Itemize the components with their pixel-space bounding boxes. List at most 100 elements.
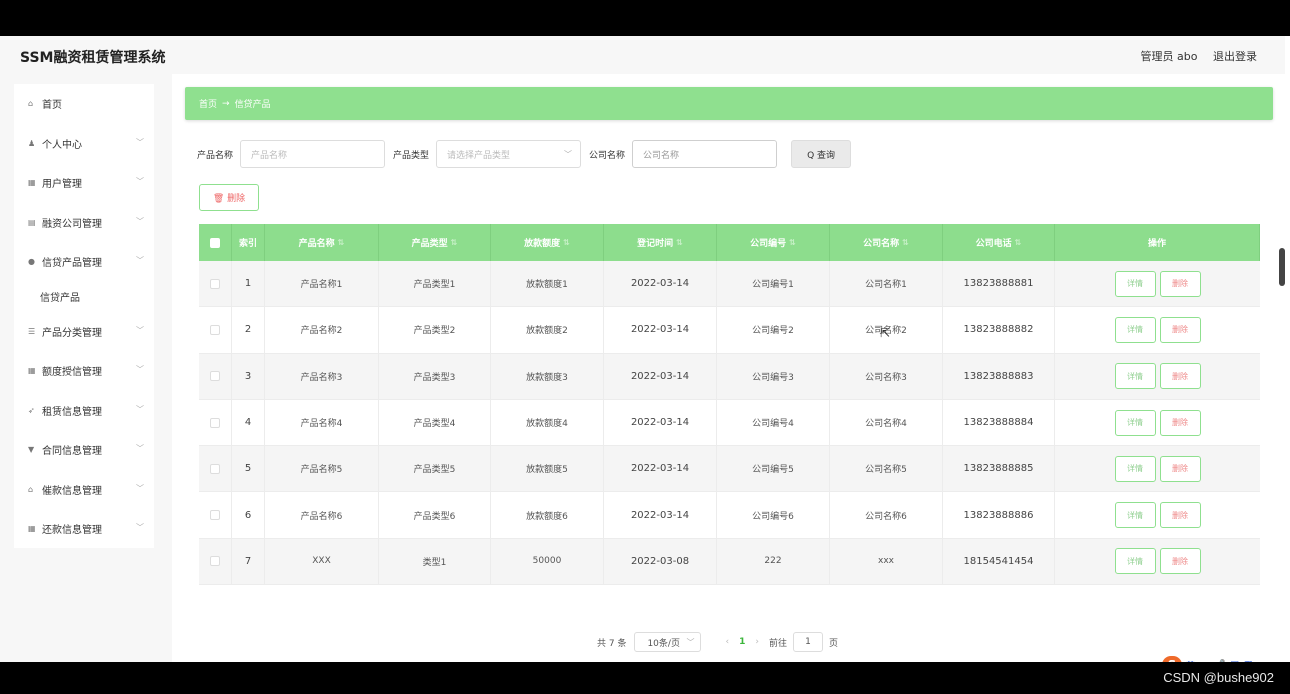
chevron-down-icon: ﹀ bbox=[136, 483, 144, 493]
main-content: 首页 → 信贷产品 产品名称 产品名称 产品类型 请选择产品类型 ﹀ 公司名称 … bbox=[172, 74, 1285, 662]
row-checkbox[interactable] bbox=[210, 556, 220, 567]
detail-button[interactable]: 详情 bbox=[1114, 409, 1156, 436]
col-header-product-name[interactable]: 产品名称 ⇅ bbox=[265, 224, 379, 261]
sidebar-item-repayment-management[interactable]: ▦ 还款信息管理 ﹀ bbox=[14, 509, 154, 549]
detail-button[interactable]: 详情 bbox=[1114, 548, 1156, 575]
pagination: 共 7 条 10条/页 ﹀ ‹ 1 › 前往 1 页 bbox=[597, 632, 838, 652]
select-all-cell bbox=[199, 224, 232, 261]
table-row[interactable]: 6 产品名称6 产品类型6 放款额度6 2022-03-14 公司编号6 公司名称6 1382… bbox=[199, 492, 1260, 539]
row-checkbox[interactable] bbox=[210, 324, 220, 335]
delete-row-button[interactable]: 删除 bbox=[1159, 409, 1201, 436]
detail-button[interactable]: 详情 bbox=[1114, 363, 1156, 390]
batch-delete-button[interactable]: 🗑 删除 bbox=[199, 184, 259, 211]
person-icon: ♟ bbox=[28, 138, 36, 148]
current-page[interactable]: 1 bbox=[739, 637, 745, 647]
breadcrumb-home[interactable]: 首页 bbox=[199, 97, 217, 110]
product-type-select[interactable]: 请选择产品类型 ﹀ bbox=[436, 140, 582, 168]
sidebar-item-contract-management[interactable]: ▼ 合同信息管理 ﹀ bbox=[14, 430, 154, 470]
col-header-company-name[interactable]: 公司名称 ⇅ bbox=[830, 224, 943, 261]
cell-index: 5 bbox=[232, 446, 265, 492]
next-page-icon[interactable]: › bbox=[755, 637, 759, 647]
cell-product-name: 产品名称2 bbox=[265, 307, 379, 353]
detail-button[interactable]: 详情 bbox=[1114, 316, 1156, 343]
goto-page-input[interactable]: 1 bbox=[792, 632, 823, 652]
grid-icon: ▦ bbox=[28, 366, 36, 376]
cell-company-phone: 18154541454 bbox=[943, 538, 1055, 585]
logout-link[interactable]: 退出登录 bbox=[1213, 50, 1257, 63]
col-header-register-time[interactable]: 登记时间 ⇅ bbox=[604, 224, 717, 261]
sidebar-item-personal-center[interactable]: ♟ 个人中心 ﹀ bbox=[14, 124, 154, 164]
col-header-label: 放款额度 bbox=[524, 239, 561, 249]
sidebar-item-lease-management[interactable]: ➶ 租赁信息管理 ﹀ bbox=[14, 391, 154, 431]
delete-row-button[interactable]: 删除 bbox=[1159, 502, 1201, 529]
col-header-product-type[interactable]: 产品类型 ⇅ bbox=[379, 224, 491, 261]
list-icon: ☰ bbox=[28, 326, 36, 336]
cell-index: 6 bbox=[232, 492, 265, 538]
page-size-value: 10条/页 bbox=[647, 638, 680, 649]
col-header-company-phone[interactable]: 公司电话 ⇅ bbox=[943, 224, 1055, 261]
col-header-loan-amount[interactable]: 放款额度 ⇅ bbox=[491, 224, 604, 261]
sidebar-item-user-management[interactable]: ▦ 用户管理 ﹀ bbox=[14, 163, 154, 203]
sidebar-item-home[interactable]: ⌂ 首页 bbox=[14, 84, 154, 124]
cell-register-time: 2022-03-14 bbox=[604, 446, 717, 492]
cell-loan-amount: 放款额度4 bbox=[491, 399, 604, 446]
cell-loan-amount: 放款额度3 bbox=[491, 353, 604, 399]
delete-row-button[interactable]: 删除 bbox=[1159, 316, 1201, 343]
row-actions: 详情 删除 bbox=[1055, 492, 1260, 537]
table-row[interactable]: 2 产品名称2 产品类型2 放款额度2 2022-03-14 公司编号2 公司名称2 1382… bbox=[199, 307, 1260, 354]
detail-button[interactable]: 详情 bbox=[1114, 270, 1156, 297]
row-select-cell bbox=[199, 307, 232, 353]
table-row[interactable]: 7 XXX 类型1 50000 2022-03-08 222 xxx 18154541454 详… bbox=[199, 538, 1260, 586]
sidebar-item-collection-management[interactable]: ⌂ 催款信息管理 ﹀ bbox=[14, 470, 154, 510]
detail-button[interactable]: 详情 bbox=[1114, 455, 1156, 482]
page-size-select[interactable]: 10条/页 ﹀ bbox=[634, 632, 702, 652]
cell-register-time: 2022-03-14 bbox=[604, 261, 717, 307]
row-checkbox[interactable] bbox=[210, 510, 220, 521]
grid-icon: ▦ bbox=[28, 178, 36, 188]
row-checkbox[interactable] bbox=[210, 417, 220, 428]
select-all-checkbox[interactable] bbox=[210, 237, 220, 248]
cell-register-time: 2022-03-14 bbox=[604, 353, 717, 399]
delete-row-button[interactable]: 删除 bbox=[1159, 363, 1201, 390]
ime-toolbar: S 英 •, 🎤 ▤ ▦ bbox=[1162, 655, 1257, 662]
sidebar-subitem-credit-product[interactable]: 信贷产品 bbox=[14, 282, 154, 312]
cell-loan-amount: 放款额度6 bbox=[491, 492, 604, 538]
sidebar-item-credit-line-management[interactable]: ▦ 额度授信管理 ﹀ bbox=[14, 351, 154, 391]
chevron-down-icon: ﹀ bbox=[136, 325, 144, 335]
col-header-company-id[interactable]: 公司编号 ⇅ bbox=[717, 224, 830, 261]
row-select-cell bbox=[199, 399, 232, 446]
app-title: SSM融资租赁管理系统 bbox=[20, 50, 166, 66]
cell-company-phone: 13823888886 bbox=[943, 492, 1055, 538]
delete-row-button[interactable]: 删除 bbox=[1159, 455, 1201, 482]
row-checkbox[interactable] bbox=[210, 463, 220, 474]
total-count: 共 7 条 bbox=[597, 638, 627, 649]
chevron-down-icon: ﹀ bbox=[136, 523, 144, 532]
delete-row-button[interactable]: 删除 bbox=[1159, 270, 1201, 297]
table-row[interactable]: 1 产品名称1 产品类型1 放款额度1 2022-03-14 公司编号1 公司名称1 1382… bbox=[199, 261, 1260, 308]
table-row[interactable]: 3 产品名称3 产品类型3 放款额度3 2022-03-14 公司编号3 公司名称3 1382… bbox=[199, 353, 1260, 400]
breadcrumb-current: 信贷产品 bbox=[234, 100, 271, 110]
row-checkbox[interactable] bbox=[210, 278, 220, 289]
row-actions: 详情 删除 bbox=[1055, 307, 1260, 352]
cell-product-type: 产品类型6 bbox=[379, 492, 491, 538]
cell-product-name: 产品名称6 bbox=[265, 492, 379, 538]
product-name-label: 产品名称 bbox=[197, 150, 234, 161]
company-name-input[interactable]: 公司名称 bbox=[632, 140, 778, 168]
sidebar-item-category-management[interactable]: ☰ 产品分类管理 ﹀ bbox=[14, 312, 154, 352]
table-row[interactable]: 5 产品名称5 产品类型5 放款额度5 2022-03-14 公司编号5 公司名称5 1382… bbox=[199, 446, 1260, 493]
sidebar-item-company-management[interactable]: ▤ 融资公司管理 ﹀ bbox=[14, 203, 154, 243]
col-header-label: 产品名称 bbox=[298, 239, 335, 249]
prev-page-icon[interactable]: ‹ bbox=[725, 637, 729, 647]
sidebar-item-label: 用户管理 bbox=[42, 179, 82, 191]
sidebar-item-label: 额度授信管理 bbox=[42, 367, 102, 379]
cell-register-time: 2022-03-08 bbox=[604, 538, 717, 585]
sidebar-item-credit-product-management[interactable]: ● 信贷产品管理 ﹀ bbox=[14, 242, 154, 282]
cell-product-type: 产品类型5 bbox=[379, 446, 491, 492]
delete-row-button[interactable]: 删除 bbox=[1159, 548, 1201, 575]
row-checkbox[interactable] bbox=[210, 371, 220, 382]
arrow-right-icon: → bbox=[222, 98, 230, 109]
product-name-input[interactable]: 产品名称 bbox=[240, 140, 386, 168]
search-button[interactable]: Q 查询 bbox=[791, 140, 852, 168]
table-row[interactable]: 4 产品名称4 产品类型4 放款额度4 2022-03-14 公司编号4 公司名称4 1382… bbox=[199, 399, 1260, 447]
detail-button[interactable]: 详情 bbox=[1114, 502, 1156, 529]
